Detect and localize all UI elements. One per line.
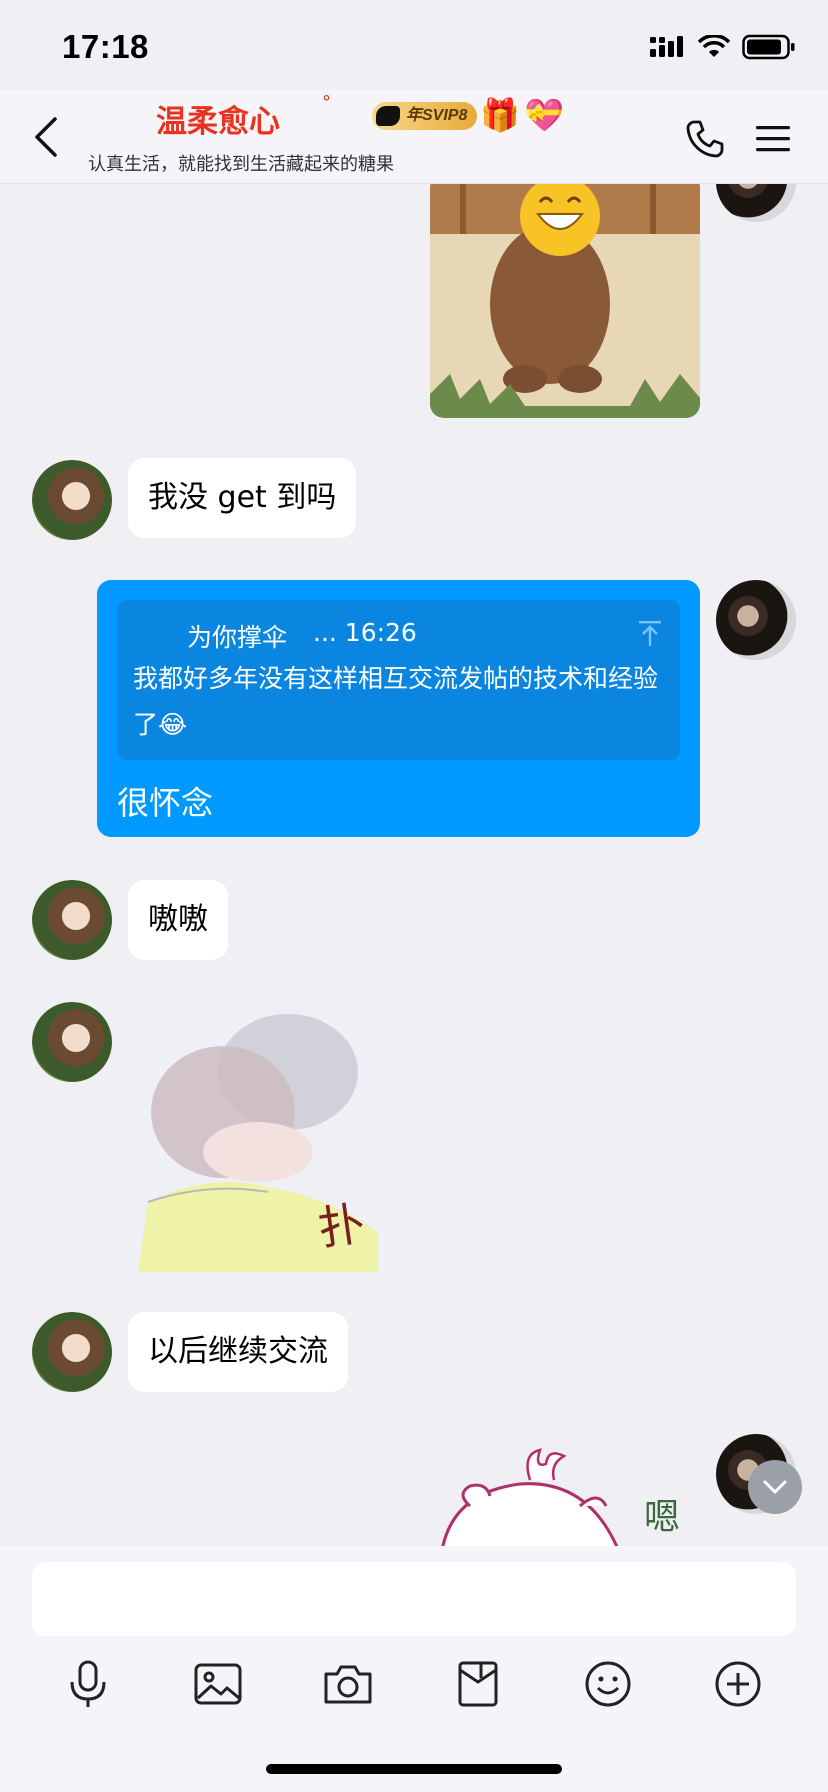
album-button[interactable] (188, 1654, 248, 1714)
battery-icon (742, 34, 795, 60)
voice-call-button[interactable] (680, 114, 730, 164)
camera-icon (324, 1665, 372, 1704)
contact-name[interactable]: 温柔愈心 (156, 96, 280, 141)
my-avatar[interactable] (716, 580, 796, 660)
emoji-icon (585, 1661, 631, 1707)
sticker-caption: 嗯 (644, 1497, 681, 1538)
my-avatar[interactable] (716, 184, 796, 222)
svip-badge[interactable]: 年SVIP8 (372, 102, 478, 130)
scroll-to-bottom-button[interactable] (748, 1460, 802, 1514)
composer (0, 1546, 828, 1792)
quoted-time: ... 16:26 (313, 618, 417, 647)
quote-reply-message[interactable]: 为你撑伞 ... 16:26 我都好多年没有这样相互交流发帖的技术和经验了😂 很… (97, 580, 700, 837)
contact-avatar[interactable] (32, 880, 112, 960)
heart-badge-icon[interactable]: 💝 (524, 96, 564, 134)
contact-name-mark: ° (322, 92, 331, 113)
emoji-button[interactable] (578, 1654, 638, 1714)
text-message-left[interactable]: 嗷嗷 (128, 880, 228, 960)
composer-toolbar (0, 1654, 828, 1724)
reply-text: 很怀念 (117, 784, 214, 822)
sticker-message-nod[interactable]: 嗯 (430, 1434, 700, 1546)
chevron-down-icon (763, 1480, 787, 1494)
status-bar: 17:18 (0, 0, 828, 100)
voice-button[interactable] (58, 1654, 118, 1714)
jump-to-top-icon[interactable] (635, 618, 665, 648)
quoted-text: 我都好多年没有这样相互交流发帖的技术和经验了😂 (133, 664, 659, 739)
text-message-left[interactable]: 我没 get 到吗 (128, 458, 357, 538)
sticker-message-bear[interactable] (430, 184, 700, 418)
camera-button[interactable] (318, 1654, 378, 1714)
image-icon (194, 1663, 242, 1705)
red-packet-button[interactable] (448, 1654, 508, 1714)
wifi-icon (698, 35, 730, 57)
status-icons (650, 34, 796, 60)
message-input[interactable] (32, 1562, 796, 1636)
sticker-message-hug[interactable]: 扑 (128, 1002, 398, 1272)
gift-icon[interactable]: 🎁 (480, 96, 520, 134)
text-message-left[interactable]: 以后继续交流 (128, 1312, 348, 1392)
contact-signature: 认真生活，就能找到生活藏起来的糖果 (88, 154, 394, 175)
sticker-caption: 扑 (314, 1196, 368, 1256)
home-indicator (266, 1764, 562, 1774)
more-menu-button[interactable] (748, 114, 798, 164)
red-packet-icon (458, 1661, 498, 1707)
quoted-author: 为你撑伞 (187, 623, 288, 652)
chevron-left-icon (35, 117, 57, 157)
contact-avatar[interactable] (32, 1312, 112, 1392)
status-time: 17:18 (62, 28, 149, 65)
more-functions-button[interactable] (708, 1654, 768, 1714)
bear-sticker-image (430, 184, 700, 418)
quoted-message[interactable]: 为你撑伞 ... 16:26 我都好多年没有这样相互交流发帖的技术和经验了😂 (117, 600, 680, 760)
contact-avatar[interactable] (32, 1002, 112, 1082)
chat-header: 温柔愈心 ° 年SVIP8 🎁 💝 认真生活，就能找到生活藏起来的糖果 (0, 90, 828, 184)
hamburger-menu-icon (756, 126, 790, 152)
cellular-signal-icon (650, 36, 683, 57)
back-button[interactable] (22, 112, 72, 162)
contact-avatar[interactable] (32, 460, 112, 540)
plus-icon (715, 1661, 761, 1707)
microphone-icon (70, 1660, 106, 1707)
message-list[interactable]: 我没 get 到吗 为你撑伞 ... 16:26 我都好多年没有这样相互交流发帖… (0, 184, 828, 1546)
phone-icon (686, 120, 724, 158)
